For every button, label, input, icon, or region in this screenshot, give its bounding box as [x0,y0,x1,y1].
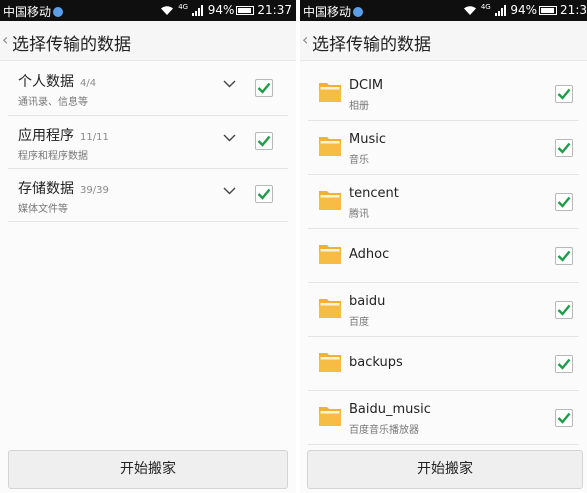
folder-icon [319,299,341,318]
back-chevron-icon[interactable]: ‹ [302,30,308,49]
battery-icon [236,6,255,15]
network-label: 4G [178,3,189,11]
folder-row[interactable]: DCIM 相册 [308,67,579,121]
category-checkbox[interactable] [255,185,273,203]
checkmark-icon [257,82,271,94]
expand-chevron-icon[interactable] [223,134,236,142]
title-bar: ‹ 选择传输的数据 [0,21,296,61]
category-count: 11/11 [80,132,109,143]
category-name: 个人数据 [18,74,74,90]
checkmark-icon [557,358,571,370]
battery-percent: 94% [510,3,538,17]
category-row-apps[interactable]: 应用程序 11/11 程序和程序数据 [8,116,288,169]
clock: 21:3 [560,3,587,17]
folder-checkbox[interactable] [555,355,573,373]
folder-description: 音乐 [349,155,369,166]
checkmark-icon [257,135,271,147]
folder-row[interactable]: Baidu_music 百度音乐播放器 [308,391,579,445]
category-checkbox[interactable] [255,132,273,150]
carrier-label: 中国移动 [303,5,352,19]
right-screen: 中国移动 4G 94% 21:3 ‹ 选择传输的数据 DCIM 相册 Music 音乐 t… [300,0,587,493]
folder-name: DCIM [349,78,384,93]
folder-icon [319,191,341,210]
checkmark-icon [557,142,571,154]
title-bar: ‹ 选择传输的数据 [300,21,587,61]
folder-checkbox[interactable] [555,139,573,157]
folder-description: 相册 [349,101,369,112]
folder-row[interactable]: Adhoc [308,229,579,283]
folder-row[interactable]: backups [308,337,579,391]
folder-checkbox[interactable] [555,247,573,265]
signal-icon [494,5,506,16]
folder-name: Baidu_music [349,402,431,417]
folder-checkbox[interactable] [555,301,573,319]
folder-checkbox[interactable] [555,193,573,211]
start-migration-button[interactable]: 开始搬家 [307,450,583,489]
checkmark-icon [557,196,571,208]
network-label: 4G [480,3,491,11]
battery-icon [539,6,558,15]
category-description: 程序和程序数据 [18,151,88,162]
page-title: 选择传输的数据 [312,35,431,55]
category-description: 媒体文件等 [18,204,68,215]
signal-icon [191,5,203,16]
globe-icon [353,7,364,17]
back-chevron-icon[interactable]: ‹ [2,30,8,49]
folder-row[interactable]: tencent 腾讯 [308,175,579,229]
folder-name: backups [349,355,403,370]
status-bar: 中国移动 4G 94% 21:3 [300,0,587,21]
category-row-storage[interactable]: 存储数据 39/39 媒体文件等 [8,169,288,222]
left-screen: 中国移动 4G 94% 21:37 ‹ 选择传输的数据 个人数据 4/4 通讯录、信… [0,0,296,493]
wifi-icon [464,6,476,15]
folder-name: Music [349,132,386,147]
checkmark-icon [257,188,271,200]
folder-name: tencent [349,186,399,201]
folder-row[interactable]: Music 音乐 [308,121,579,175]
folder-name: baidu [349,294,386,309]
checkmark-icon [557,304,571,316]
folder-icon [319,137,341,156]
folder-name: Adhoc [349,247,390,262]
battery-percent: 94% [207,3,235,17]
category-count: 4/4 [80,78,97,89]
folder-description: 百度音乐播放器 [349,425,419,436]
page-title: 选择传输的数据 [12,35,131,55]
folder-checkbox[interactable] [555,409,573,427]
category-name: 存储数据 [18,181,74,197]
wifi-icon [161,6,174,15]
folder-description: 百度 [349,317,369,328]
category-checkbox[interactable] [255,79,273,97]
globe-icon [53,7,64,17]
clock: 21:37 [257,3,292,17]
checkmark-icon [557,88,571,100]
folder-row[interactable]: baidu 百度 [308,283,579,337]
folder-icon [319,245,341,264]
folder-icon [319,83,341,102]
folder-icon [319,353,341,372]
folder-icon [319,407,341,426]
expand-chevron-icon[interactable] [223,187,236,195]
category-description: 通讯录、信息等 [18,97,88,108]
checkmark-icon [557,250,571,262]
status-bar: 中国移动 4G 94% 21:37 [0,0,296,21]
category-name: 应用程序 [18,128,74,144]
carrier-label: 中国移动 [3,5,52,19]
expand-chevron-icon[interactable] [223,80,236,88]
folder-description: 腾讯 [349,209,369,220]
checkmark-icon [557,412,571,424]
category-row-personal[interactable]: 个人数据 4/4 通讯录、信息等 [8,62,288,116]
folder-checkbox[interactable] [555,85,573,103]
category-count: 39/39 [80,185,109,196]
start-migration-button[interactable]: 开始搬家 [8,450,288,489]
